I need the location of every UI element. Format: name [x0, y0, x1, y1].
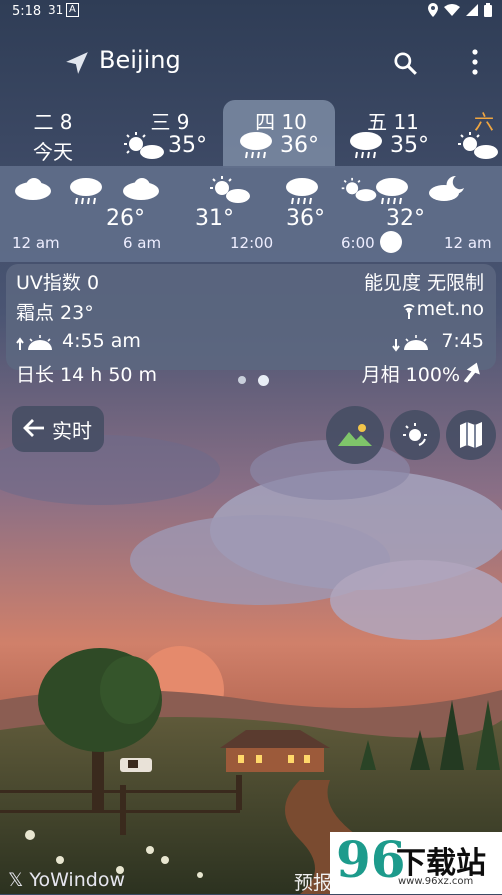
x-logo-icon: 𝕏 [8, 869, 30, 891]
rain-cloud-icon [286, 178, 318, 205]
page-dot [238, 376, 246, 384]
current-time-marker[interactable] [380, 231, 402, 253]
dew-point: 霜点 23° [16, 302, 94, 324]
moon-phase: 月相 100% [361, 364, 460, 386]
cloud-icon [123, 178, 159, 200]
brand-label: 𝕏 YoWindow [8, 869, 125, 891]
day-label: 二 8 [33, 110, 73, 134]
location-status-icon [428, 3, 438, 17]
system-icons [428, 3, 492, 17]
landscape-icon [338, 424, 372, 446]
day-temp: 35° [168, 133, 207, 158]
page-indicator [238, 375, 269, 386]
sunrise-icon [16, 335, 52, 350]
day-item-sat[interactable]: 六 [456, 100, 502, 164]
hour-label: 12 am [444, 234, 492, 252]
map-button[interactable] [446, 410, 496, 460]
sunset-icon [392, 335, 428, 352]
hour-label: 6 am [123, 234, 162, 252]
visibility: 能见度 无限制 [363, 272, 484, 294]
rain-cloud-icon [240, 132, 272, 159]
status-bar: 5:18 31 A [0, 0, 502, 24]
rain-cloud-icon [376, 178, 408, 205]
hour-temp: 36° [286, 206, 325, 231]
data-source[interactable]: met.no [417, 298, 484, 320]
back-arrow-icon [23, 419, 44, 437]
forecast-label[interactable]: 预报 [294, 868, 332, 895]
sunset-time: 7:45 [441, 330, 484, 352]
realtime-label: 实时 [52, 419, 92, 443]
moon-direction-arrow-icon [464, 362, 480, 383]
sun-cloud-icon [124, 132, 164, 159]
hour-temp: 26° [106, 206, 145, 231]
moon-cloud-icon [429, 175, 464, 201]
notification-icon: A [66, 3, 79, 17]
broadcast-icon [403, 304, 415, 319]
watermark-url: www.96xz.com [398, 876, 474, 887]
day-label: 六 [474, 110, 494, 134]
day-sublabel: 今天 [33, 140, 73, 164]
hourly-forecast[interactable]: 26° 31° 36° 32° 12 am 6 am 12:00 6:00 12… [0, 166, 502, 262]
hour-temp: 32° [386, 206, 425, 231]
hour-label: 12 am [12, 234, 60, 252]
day-length: 日长 14 h 50 m [16, 364, 158, 386]
hour-label: 12:00 [230, 234, 274, 252]
city-name[interactable]: Beijing [99, 46, 181, 74]
day-item-thu[interactable]: 四 10 36° [236, 100, 326, 164]
status-time: 5:18 [12, 4, 42, 19]
map-icon [460, 422, 482, 448]
landscape-button[interactable] [326, 406, 384, 464]
day-temp: 35° [390, 133, 429, 158]
hour-temp: 31° [195, 206, 234, 231]
radar-button[interactable] [390, 410, 440, 460]
sun-cloud-icon [458, 132, 498, 159]
watermark-logo: 96 下载站 www.96xz.com [330, 830, 502, 894]
day-item-wed[interactable]: 三 9 35° [122, 100, 218, 164]
temperature-status-icon: 31 [48, 3, 64, 17]
more-menu-icon[interactable] [470, 48, 480, 76]
rain-cloud-icon [70, 178, 102, 205]
wifi-icon [444, 4, 460, 16]
brand-name: YoWindow [29, 869, 125, 891]
weather-details-panel[interactable]: UV指数 0 能见度 无限制 霜点 23° met.no 4:55 am 7:4… [6, 264, 496, 386]
search-icon[interactable] [392, 50, 418, 76]
sun-cloud-icon [341, 177, 377, 202]
day-temp: 36° [280, 133, 319, 158]
day-label: 三 9 [150, 110, 190, 134]
rain-cloud-icon [350, 132, 382, 159]
day-item-today[interactable]: 二 8 今天 [18, 100, 88, 164]
hour-label: 6:00 [341, 234, 375, 252]
cloud-icon [15, 178, 51, 200]
uv-index: UV指数 0 [16, 272, 100, 294]
daily-forecast: 二 8 今天 三 9 35° 四 10 36° 五 11 35° 六 [0, 100, 502, 168]
navigation-arrow-icon[interactable] [64, 50, 90, 76]
day-item-fri[interactable]: 五 11 35° [348, 100, 438, 164]
page-dot-active [258, 375, 269, 386]
battery-icon [484, 3, 492, 17]
sun-cloud-icon [210, 176, 250, 203]
realtime-button[interactable]: 实时 [12, 406, 104, 452]
app-header: Beijing [0, 38, 502, 82]
sun-radar-icon [403, 423, 427, 446]
sunrise-time: 4:55 am [62, 330, 141, 352]
signal-icon [466, 4, 478, 16]
